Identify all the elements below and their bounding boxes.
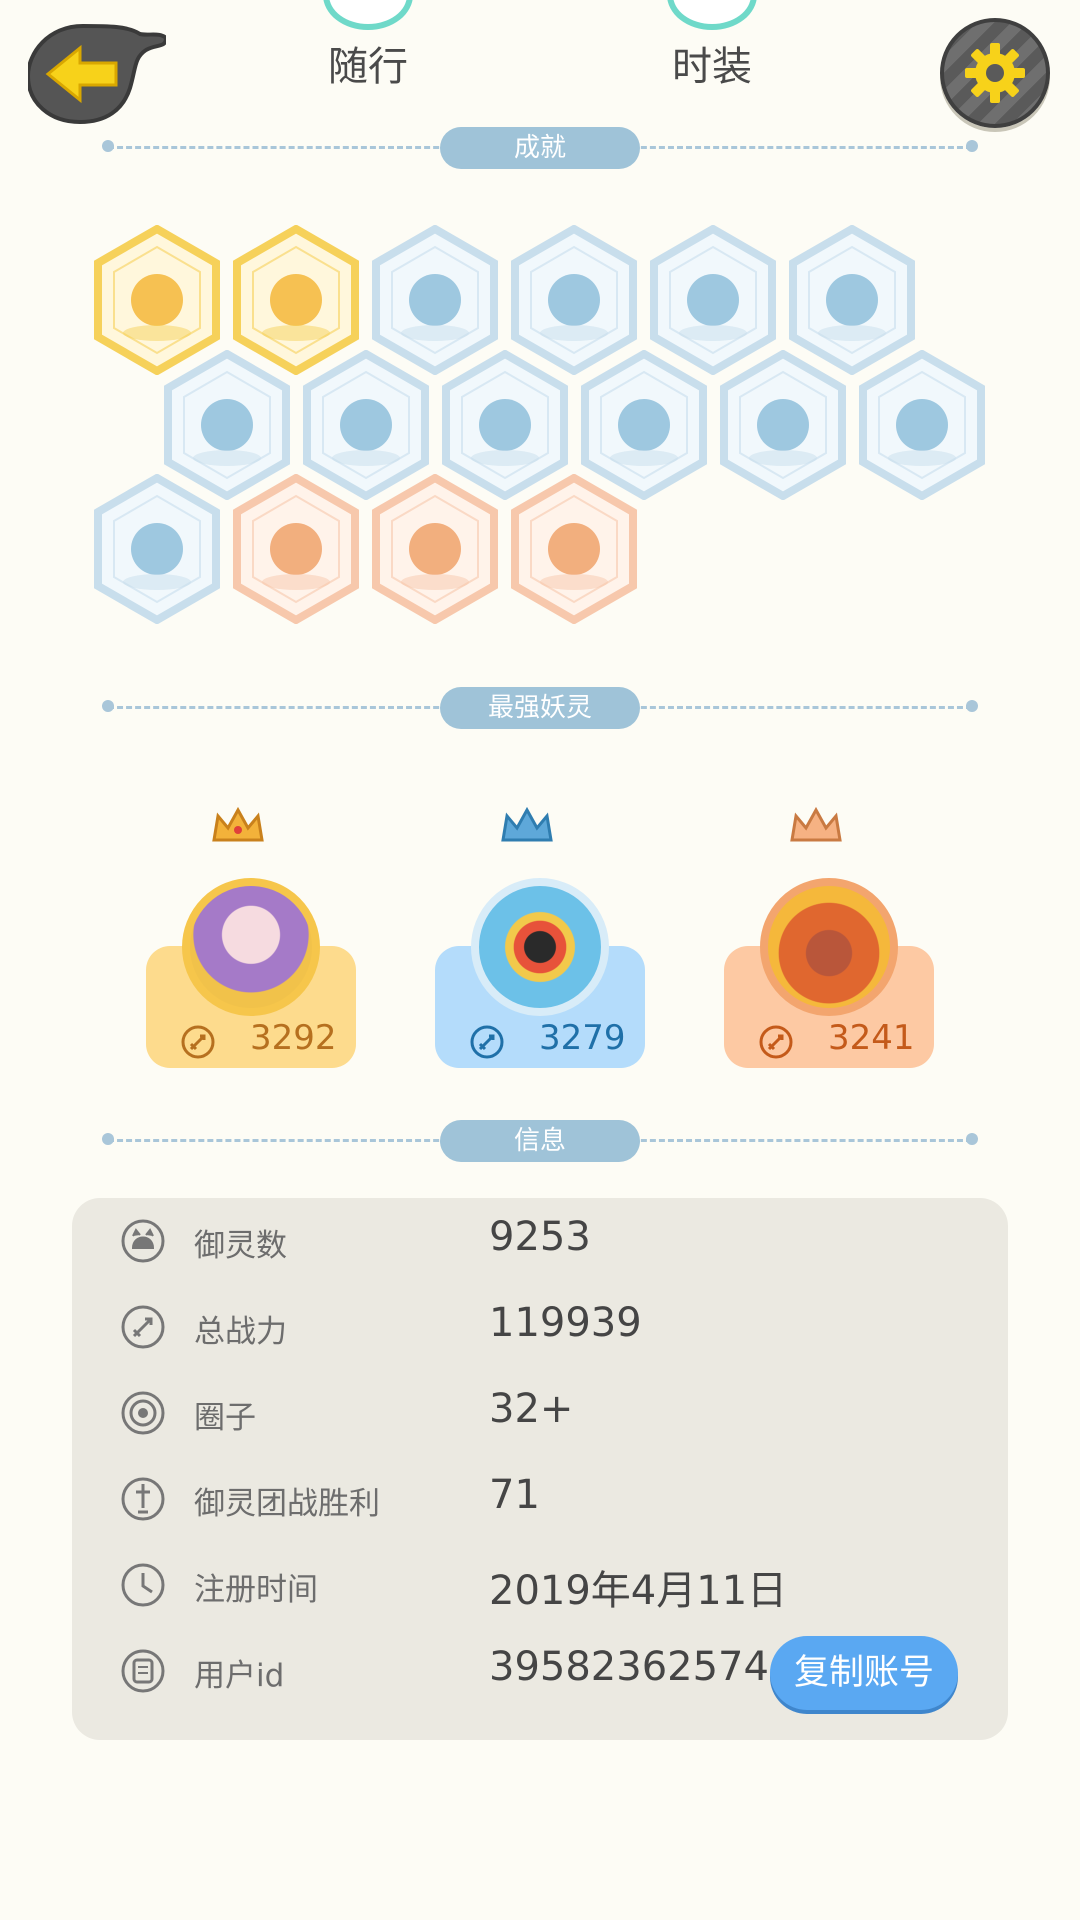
companion-icon (323, 0, 413, 30)
champion-card-2[interactable]: 3279 (435, 806, 645, 1068)
info-row-register-date: 注册时间 2019年4月11日 (72, 1542, 1008, 1628)
champion-avatar (471, 878, 609, 1016)
trophy-sword-icon (121, 1477, 165, 1521)
bronze-crown-icon (790, 806, 842, 842)
tab-companion-label: 随行 (328, 44, 408, 90)
info-row-total-power: 总战力 119939 (72, 1284, 1008, 1370)
tab-fashion-label: 时装 (672, 44, 752, 90)
gear-icon (965, 43, 1025, 103)
copy-account-button[interactable]: 复制账号 (770, 1636, 958, 1710)
id-card-icon (121, 1649, 165, 1693)
info-label: 圈子 (194, 1400, 256, 1436)
info-label: 用户id (194, 1658, 285, 1694)
champion-card-3[interactable]: 3241 (724, 806, 934, 1068)
info-value: 71 (489, 1472, 540, 1518)
champion-power: 3241 (828, 1018, 915, 1058)
sword-icon (181, 1025, 215, 1059)
back-arrow-icon (25, 23, 169, 125)
info-label: 御灵数 (194, 1228, 287, 1264)
champion-avatar (760, 878, 898, 1016)
gold-crown-icon (212, 806, 264, 842)
blue-crown-icon (501, 806, 553, 842)
sword-icon (121, 1305, 165, 1349)
yin-yang-scroll-badge[interactable] (718, 350, 848, 500)
info-row-team-wins: 御灵团战胜利 71 (72, 1456, 1008, 1542)
sword-icon (759, 1025, 793, 1059)
shield-badge[interactable] (857, 350, 987, 500)
info-row-circle: 圈子 32+ (72, 1370, 1008, 1456)
fox-book-badge[interactable] (509, 474, 639, 624)
circle-target-icon (121, 1391, 165, 1435)
achievements-title: 成就 (440, 127, 640, 169)
info-value: 119939 (489, 1300, 642, 1346)
info-row-spirit-count: 御灵数 9253 (72, 1198, 1008, 1284)
info-value: 32+ (489, 1386, 574, 1432)
champion-power: 3279 (539, 1018, 626, 1058)
clock-icon (121, 1563, 165, 1607)
sword-icon (470, 1025, 504, 1059)
achievements-divider: 成就 (102, 127, 978, 169)
champion-power: 3292 (250, 1018, 337, 1058)
ghost-badge[interactable] (92, 474, 222, 624)
info-value: 9253 (489, 1214, 591, 1260)
strongest-title: 最强妖灵 (440, 687, 640, 729)
champion-card-1[interactable]: 3292 (146, 806, 356, 1068)
info-value: 39582362574 (489, 1644, 769, 1690)
spirit-icon (121, 1219, 165, 1263)
info-label: 总战力 (194, 1314, 287, 1350)
koi-badge[interactable] (231, 474, 361, 624)
info-title: 信息 (440, 1120, 640, 1162)
back-button[interactable] (25, 18, 169, 128)
info-panel: 御灵数 9253 总战力 119939 圈子 32+ 御灵团战胜利 71 注册时… (72, 1198, 1008, 1740)
champion-avatar (182, 878, 320, 1016)
settings-button[interactable] (940, 18, 1050, 128)
horned-statue-badge[interactable] (370, 474, 500, 624)
info-label: 注册时间 (194, 1572, 318, 1608)
info-value: 2019年4月11日 (489, 1568, 788, 1614)
info-label: 御灵团战胜利 (194, 1486, 380, 1522)
fashion-icon (667, 0, 757, 30)
strongest-divider: 最强妖灵 (102, 687, 978, 729)
info-divider: 信息 (102, 1120, 978, 1162)
